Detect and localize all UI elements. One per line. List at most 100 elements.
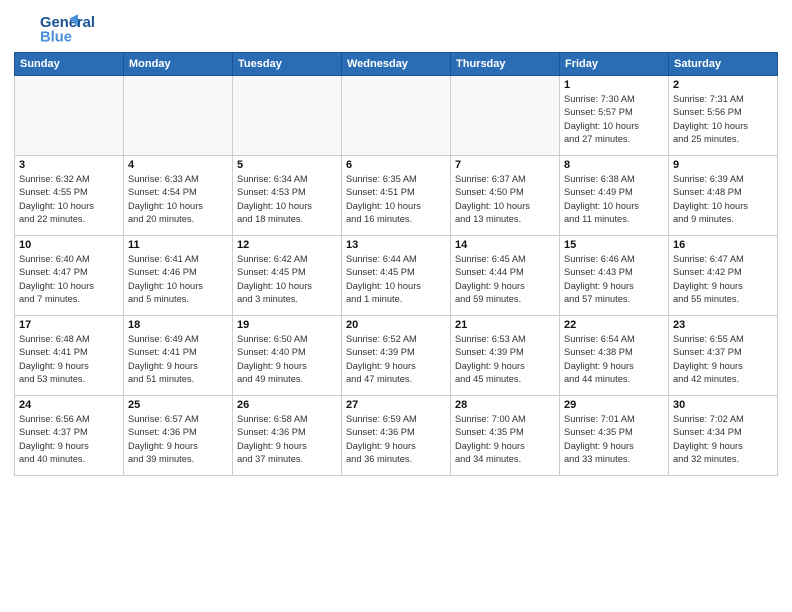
day-number: 19	[237, 319, 337, 331]
day-info: Sunrise: 7:02 AM Sunset: 4:34 PM Dayligh…	[673, 413, 773, 467]
day-info: Sunrise: 7:30 AM Sunset: 5:57 PM Dayligh…	[564, 93, 664, 147]
day-number: 17	[19, 319, 119, 331]
day-info: Sunrise: 6:32 AM Sunset: 4:55 PM Dayligh…	[19, 173, 119, 227]
day-number: 7	[455, 159, 555, 171]
calendar-cell: 17Sunrise: 6:48 AM Sunset: 4:41 PM Dayli…	[15, 316, 124, 396]
day-number: 16	[673, 239, 773, 251]
day-number: 20	[346, 319, 446, 331]
day-info: Sunrise: 6:37 AM Sunset: 4:50 PM Dayligh…	[455, 173, 555, 227]
weekday-header-wednesday: Wednesday	[342, 53, 451, 76]
calendar-cell: 22 Sunrise: 6:54 AM Sunset: 4:38 PM Dayli…	[560, 316, 669, 396]
calendar-cell: 24 Sunrise: 6:56 AM Sunset: 4:37 PM Dayli…	[15, 396, 124, 476]
calendar-cell: 11 Sunrise: 6:41 AM Sunset: 4:46 PM Dayli…	[124, 236, 233, 316]
logo: General Blue	[14, 10, 107, 48]
calendar-cell	[342, 76, 451, 156]
day-info: Sunrise: 6:54 AM Sunset: 4:38 PM Dayligh…	[564, 333, 664, 387]
day-info: Sunrise: 6:58 AM Sunset: 4:36 PM Dayligh…	[237, 413, 337, 467]
day-number: 5	[237, 159, 337, 171]
calendar-cell: 27 Sunrise: 6:59 AM Sunset: 4:36 PM Dayli…	[342, 396, 451, 476]
calendar-cell: 20 Sunrise: 6:52 AM Sunset: 4:39 PM Dayli…	[342, 316, 451, 396]
weekday-header-friday: Friday	[560, 53, 669, 76]
day-number: 14	[455, 239, 555, 251]
day-info: Sunrise: 6:47 AM Sunset: 4:42 PM Dayligh…	[673, 253, 773, 307]
calendar-cell: 6 Sunrise: 6:35 AM Sunset: 4:51 PM Daylig…	[342, 156, 451, 236]
day-number: 6	[346, 159, 446, 171]
day-number: 8	[564, 159, 664, 171]
day-info: Sunrise: 6:41 AM Sunset: 4:46 PM Dayligh…	[128, 253, 228, 307]
day-info: Sunrise: 6:42 AM Sunset: 4:45 PM Dayligh…	[237, 253, 337, 307]
calendar-cell: 21 Sunrise: 6:53 AM Sunset: 4:39 PM Dayli…	[451, 316, 560, 396]
day-info: Sunrise: 6:40 AM Sunset: 4:47 PM Dayligh…	[19, 253, 119, 307]
calendar-cell: 19Sunrise: 6:50 AM Sunset: 4:40 PM Dayli…	[233, 316, 342, 396]
day-info: Sunrise: 6:44 AM Sunset: 4:45 PM Dayligh…	[346, 253, 446, 307]
day-number: 11	[128, 239, 228, 251]
weekday-header-tuesday: Tuesday	[233, 53, 342, 76]
day-info: Sunrise: 7:31 AM Sunset: 5:56 PM Dayligh…	[673, 93, 773, 147]
day-info: Sunrise: 6:34 AM Sunset: 4:53 PM Dayligh…	[237, 173, 337, 227]
calendar-cell: 13 Sunrise: 6:44 AM Sunset: 4:45 PM Dayli…	[342, 236, 451, 316]
day-info: Sunrise: 7:01 AM Sunset: 4:35 PM Dayligh…	[564, 413, 664, 467]
day-number: 9	[673, 159, 773, 171]
day-info: Sunrise: 6:57 AM Sunset: 4:36 PM Dayligh…	[128, 413, 228, 467]
calendar-cell	[233, 76, 342, 156]
week-row-2: 10 Sunrise: 6:40 AM Sunset: 4:47 PM Dayli…	[15, 236, 778, 316]
day-info: Sunrise: 6:35 AM Sunset: 4:51 PM Dayligh…	[346, 173, 446, 227]
calendar-cell: 23Sunrise: 6:55 AM Sunset: 4:37 PM Dayli…	[669, 316, 778, 396]
weekday-header-thursday: Thursday	[451, 53, 560, 76]
week-row-1: 3Sunrise: 6:32 AM Sunset: 4:55 PM Daylig…	[15, 156, 778, 236]
calendar-cell: 12 Sunrise: 6:42 AM Sunset: 4:45 PM Dayli…	[233, 236, 342, 316]
weekday-header-saturday: Saturday	[669, 53, 778, 76]
calendar-cell: 16 Sunrise: 6:47 AM Sunset: 4:42 PM Dayli…	[669, 236, 778, 316]
day-number: 30	[673, 399, 773, 411]
day-number: 18	[128, 319, 228, 331]
day-number: 2	[673, 79, 773, 91]
day-info: Sunrise: 6:56 AM Sunset: 4:37 PM Dayligh…	[19, 413, 119, 467]
calendar-cell	[15, 76, 124, 156]
day-info: Sunrise: 6:49 AM Sunset: 4:41 PM Dayligh…	[128, 333, 228, 387]
day-info: Sunrise: 7:00 AM Sunset: 4:35 PM Dayligh…	[455, 413, 555, 467]
calendar-table: SundayMondayTuesdayWednesdayThursdayFrid…	[14, 52, 778, 476]
calendar-cell: 26Sunrise: 6:58 AM Sunset: 4:36 PM Dayli…	[233, 396, 342, 476]
calendar-cell: 9 Sunrise: 6:39 AM Sunset: 4:48 PM Daylig…	[669, 156, 778, 236]
day-number: 13	[346, 239, 446, 251]
day-number: 1	[564, 79, 664, 91]
calendar-cell: 8 Sunrise: 6:38 AM Sunset: 4:49 PM Daylig…	[560, 156, 669, 236]
week-row-4: 24 Sunrise: 6:56 AM Sunset: 4:37 PM Dayli…	[15, 396, 778, 476]
week-row-0: 1 Sunrise: 7:30 AM Sunset: 5:57 PM Daylig…	[15, 76, 778, 156]
day-number: 27	[346, 399, 446, 411]
calendar-cell	[124, 76, 233, 156]
calendar-cell: 7 Sunrise: 6:37 AM Sunset: 4:50 PM Daylig…	[451, 156, 560, 236]
day-number: 4	[128, 159, 228, 171]
calendar-cell	[451, 76, 560, 156]
day-info: Sunrise: 6:53 AM Sunset: 4:39 PM Dayligh…	[455, 333, 555, 387]
day-number: 28	[455, 399, 555, 411]
svg-text:Blue: Blue	[40, 30, 72, 46]
week-row-3: 17Sunrise: 6:48 AM Sunset: 4:41 PM Dayli…	[15, 316, 778, 396]
day-info: Sunrise: 6:45 AM Sunset: 4:44 PM Dayligh…	[455, 253, 555, 307]
header: General Blue	[14, 10, 778, 48]
calendar-cell: 3Sunrise: 6:32 AM Sunset: 4:55 PM Daylig…	[15, 156, 124, 236]
calendar-cell: 4Sunrise: 6:33 AM Sunset: 4:54 PM Daylig…	[124, 156, 233, 236]
day-number: 29	[564, 399, 664, 411]
page-container: General Blue SundayMondayTuesdayWednesda…	[0, 0, 792, 482]
day-info: Sunrise: 6:52 AM Sunset: 4:39 PM Dayligh…	[346, 333, 446, 387]
day-number: 22	[564, 319, 664, 331]
logo-icon: General Blue	[14, 10, 104, 48]
day-info: Sunrise: 6:39 AM Sunset: 4:48 PM Dayligh…	[673, 173, 773, 227]
weekday-header-monday: Monday	[124, 53, 233, 76]
day-number: 24	[19, 399, 119, 411]
day-info: Sunrise: 6:46 AM Sunset: 4:43 PM Dayligh…	[564, 253, 664, 307]
day-info: Sunrise: 6:38 AM Sunset: 4:49 PM Dayligh…	[564, 173, 664, 227]
calendar-cell: 1 Sunrise: 7:30 AM Sunset: 5:57 PM Daylig…	[560, 76, 669, 156]
calendar-cell: 5 Sunrise: 6:34 AM Sunset: 4:53 PM Daylig…	[233, 156, 342, 236]
day-number: 12	[237, 239, 337, 251]
calendar-cell: 14 Sunrise: 6:45 AM Sunset: 4:44 PM Dayli…	[451, 236, 560, 316]
day-info: Sunrise: 6:59 AM Sunset: 4:36 PM Dayligh…	[346, 413, 446, 467]
weekday-header-sunday: Sunday	[15, 53, 124, 76]
calendar-cell: 2 Sunrise: 7:31 AM Sunset: 5:56 PM Daylig…	[669, 76, 778, 156]
day-number: 10	[19, 239, 119, 251]
svg-text:General: General	[40, 15, 95, 31]
calendar-cell: 28 Sunrise: 7:00 AM Sunset: 4:35 PM Dayli…	[451, 396, 560, 476]
day-number: 21	[455, 319, 555, 331]
calendar-cell: 15Sunrise: 6:46 AM Sunset: 4:43 PM Dayli…	[560, 236, 669, 316]
